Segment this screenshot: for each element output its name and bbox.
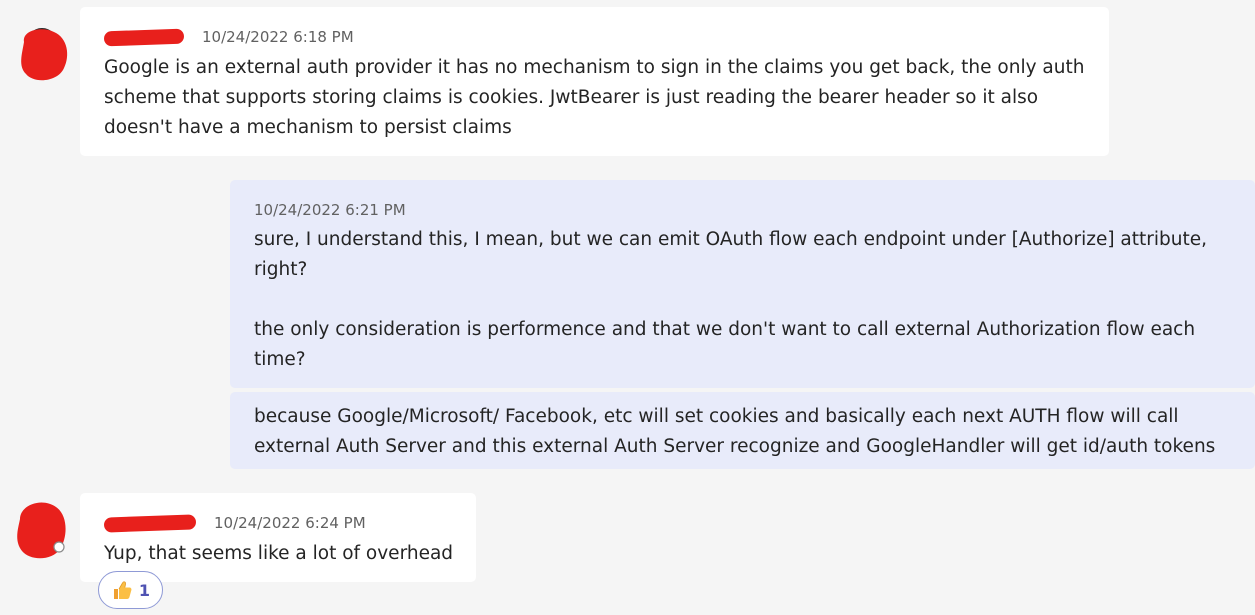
redacted-sender-name [103, 513, 197, 533]
message-text: Google is an external auth provider it h… [104, 57, 1085, 138]
message-text: sure, I understand this, I mean, but we … [254, 229, 1208, 370]
redacted-avatar-icon [17, 502, 66, 559]
message-timestamp: 10/24/2022 6:18 PM [202, 28, 354, 46]
redacted-sender-name [103, 28, 185, 46]
message-text: because Google/Microsoft/ Facebook, etc … [254, 406, 1216, 457]
message-timestamp: 10/24/2022 6:21 PM [254, 201, 406, 219]
message-timestamp: 10/24/2022 6:24 PM [214, 514, 366, 532]
reaction-count: 1 [138, 580, 151, 600]
message-meta: 10/24/2022 6:18 PM [103, 27, 1089, 47]
reaction-pill[interactable]: 1 [98, 571, 163, 609]
avatar[interactable] [12, 497, 66, 559]
chat-thread: 10/24/2022 6:18 PM Google is an external… [0, 0, 1255, 615]
message-bubble[interactable]: 10/24/2022 6:18 PM Google is an external… [80, 7, 1109, 156]
message-meta: 10/24/2022 6:21 PM [254, 200, 1235, 220]
message-text: Yup, that seems like a lot of overhead [104, 543, 454, 564]
message-bubble[interactable]: 10/24/2022 6:21 PM sure, I understand th… [230, 180, 1255, 388]
message-meta: 10/24/2022 6:24 PM [103, 513, 456, 533]
avatar[interactable] [12, 22, 68, 84]
redacted-avatar-icon [21, 28, 68, 81]
thumbs-up-icon [113, 581, 132, 599]
message-bubble[interactable]: 10/24/2022 6:24 PM Yup, that seems like … [80, 493, 476, 582]
status-icon [53, 541, 65, 553]
message-bubble[interactable]: because Google/Microsoft/ Facebook, etc … [230, 392, 1255, 469]
